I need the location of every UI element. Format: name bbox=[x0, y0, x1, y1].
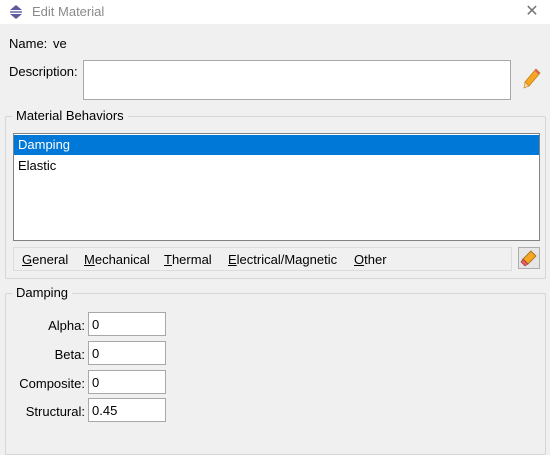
eraser-icon bbox=[520, 250, 537, 267]
description-field[interactable] bbox=[83, 60, 511, 100]
close-icon[interactable]: ✕ bbox=[522, 2, 542, 22]
app-icon bbox=[10, 5, 22, 19]
material-behaviors-legend: Material Behaviors bbox=[12, 108, 128, 123]
name-label: Name: bbox=[9, 36, 48, 51]
damping-legend: Damping bbox=[12, 285, 73, 300]
window-title: Edit Material bbox=[32, 4, 105, 19]
structural-input[interactable] bbox=[88, 398, 166, 422]
title-bar: Edit Material ✕ bbox=[0, 0, 550, 24]
beta-label: Beta: bbox=[54, 347, 85, 362]
beta-input[interactable] bbox=[88, 341, 166, 365]
alpha-input[interactable] bbox=[88, 312, 166, 336]
alpha-label: Alpha: bbox=[48, 318, 85, 333]
damping-group: Damping bbox=[5, 285, 546, 455]
composite-label: Composite: bbox=[19, 376, 85, 391]
name-value: ve bbox=[53, 36, 67, 51]
behaviors-list[interactable]: Damping Elastic bbox=[13, 133, 540, 241]
behavior-menu-bar: General Mechanical Thermal Electrical/Ma… bbox=[13, 247, 512, 271]
pencil-icon[interactable] bbox=[522, 67, 542, 91]
description-label: Description: bbox=[9, 64, 78, 79]
structural-label: Structural: bbox=[25, 404, 85, 419]
menu-thermal[interactable]: Thermal bbox=[164, 252, 212, 267]
menu-other[interactable]: Other bbox=[354, 252, 387, 267]
composite-input[interactable] bbox=[88, 370, 166, 394]
behavior-item-elastic[interactable]: Elastic bbox=[14, 156, 539, 176]
menu-mechanical[interactable]: Mechanical bbox=[84, 252, 150, 267]
menu-general[interactable]: General bbox=[22, 252, 68, 267]
menu-electrical-magnetic[interactable]: Electrical/Magnetic bbox=[228, 252, 337, 267]
eraser-button[interactable] bbox=[518, 247, 540, 269]
behavior-item-damping[interactable]: Damping bbox=[14, 135, 539, 155]
